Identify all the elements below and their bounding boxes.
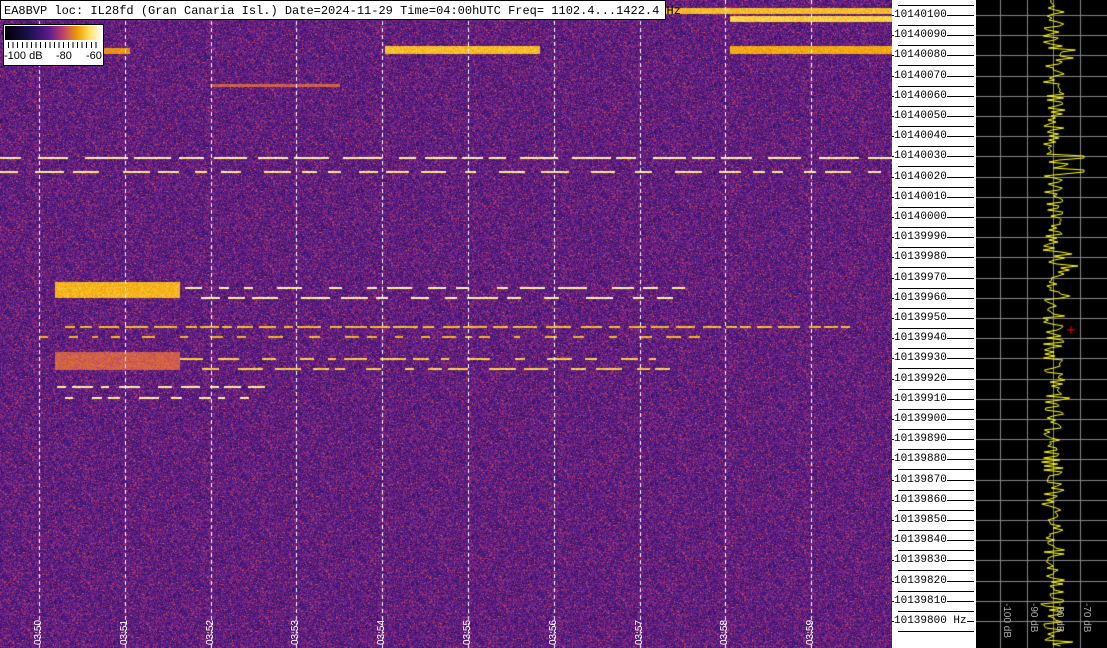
frequency-minor-tick <box>898 570 974 571</box>
frequency-tick-label: 10139950 <box>894 312 947 324</box>
frequency-tick-label: 10139920 <box>894 373 947 385</box>
time-tick-label: 03:56 <box>547 619 559 645</box>
frequency-minor-tick <box>898 469 974 470</box>
frequency-minor-tick <box>898 550 974 551</box>
colorbar-label-max: -60 <box>86 50 102 62</box>
time-tick-label: 03:54 <box>376 619 388 645</box>
frequency-minor-tick <box>898 267 974 268</box>
header-title: EA8BVP loc: IL28fd (Gran Canaria Isl.) D… <box>0 0 681 20</box>
frequency-minor-tick <box>898 328 974 329</box>
frequency-tick-label: 10140060 <box>894 90 947 102</box>
waterfall-spectrogram <box>0 0 892 648</box>
frequency-tick-label: 10140030 <box>894 150 947 162</box>
frequency-tick-label: 10139910 <box>894 393 947 405</box>
spectrum-panel <box>976 0 1107 648</box>
frequency-minor-tick <box>898 227 974 228</box>
frequency-minor-tick <box>898 308 974 309</box>
time-tick-label: 03:59 <box>805 619 817 645</box>
time-tick-label: 03:50 <box>33 619 44 645</box>
frequency-minor-tick <box>898 86 974 87</box>
frequency-minor-tick <box>898 409 974 410</box>
frequency-minor-tick <box>898 348 974 349</box>
frequency-minor-tick <box>898 187 974 188</box>
frequency-minor-tick <box>898 530 974 531</box>
frequency-tick-label: 10139990 <box>894 231 947 243</box>
frequency-tick-label: 10140050 <box>894 110 947 122</box>
frequency-minor-tick <box>898 25 974 26</box>
frequency-minor-tick <box>898 429 974 430</box>
frequency-tick-label: 10139840 <box>894 534 947 546</box>
frequency-tick-label: 10139850 <box>894 514 947 526</box>
frequency-tick-label: 10140100 <box>894 9 947 21</box>
frequency-tick-label: 10140080 <box>894 49 947 61</box>
frequency-tick-label: 10139940 <box>894 332 947 344</box>
frequency-tick-label: 10139860 <box>894 494 947 506</box>
frequency-minor-tick <box>898 126 974 127</box>
frequency-tick-label: 10139970 <box>894 272 947 284</box>
frequency-tick-label: 10139870 <box>894 474 947 486</box>
frequency-minor-tick <box>898 510 974 511</box>
frequency-minor-tick <box>898 631 974 632</box>
frequency-tick-label: 10140090 <box>894 29 947 41</box>
frequency-tick-label: 10140000 <box>894 211 947 223</box>
frequency-tick-label: 10139800 Hz <box>894 615 967 627</box>
time-tick-label: 03:52 <box>204 619 216 645</box>
frequency-minor-tick <box>898 45 974 46</box>
frequency-minor-tick <box>898 166 974 167</box>
frequency-tick-label: 10139930 <box>894 352 947 364</box>
frequency-minor-tick <box>898 449 974 450</box>
time-tick-label: 03:51 <box>118 619 130 645</box>
db-tick-label: -80 dB <box>1054 603 1065 633</box>
colorbar-label-mid: -80 <box>56 50 72 62</box>
frequency-tick-label: 10140020 <box>894 171 947 183</box>
frequency-tick-label: 10139890 <box>894 433 947 445</box>
frequency-minor-tick <box>898 368 974 369</box>
frequency-minor-tick <box>898 106 974 107</box>
frequency-tick-label: 10140040 <box>894 130 947 142</box>
frequency-minor-tick <box>898 389 974 390</box>
colorbar-gradient <box>5 26 102 40</box>
time-tick-label: 03:58 <box>719 619 731 645</box>
frequency-tick-label: 10140010 <box>894 191 947 203</box>
db-tick-label: -90 dB <box>1028 603 1039 633</box>
frequency-tick-label: 10140070 <box>894 70 947 82</box>
frequency-tick-label: 10139830 <box>894 554 947 566</box>
frequency-minor-tick <box>898 611 974 612</box>
db-tick-label: -70 dB <box>1081 603 1092 633</box>
frequency-minor-tick <box>898 207 974 208</box>
frequency-tick-label: 10139880 <box>894 453 947 465</box>
colorbar-ticks <box>8 42 99 48</box>
frequency-minor-tick <box>898 591 974 592</box>
frequency-minor-tick <box>898 65 974 66</box>
frequency-tick-label: 10139810 <box>894 595 947 607</box>
frequency-minor-tick <box>898 288 974 289</box>
frequency-tick-label: 10139980 <box>894 251 947 263</box>
frequency-minor-tick <box>898 146 974 147</box>
time-tick-label: 03:53 <box>290 619 302 645</box>
frequency-tick-label: 10139960 <box>894 292 947 304</box>
db-tick-label: -100 dB <box>1001 603 1012 639</box>
frequency-minor-tick <box>898 490 974 491</box>
frequency-minor-tick <box>898 247 974 248</box>
spectrogram-view: EA8BVP loc: IL28fd (Gran Canaria Isl.) D… <box>0 0 1107 648</box>
frequency-axis: 10140100 10140090 10140080 10140070 10140060… <box>892 0 976 648</box>
time-tick-label: 03:55 <box>462 619 473 645</box>
colorbar-legend: -100 dB -80 -60 <box>3 24 104 66</box>
frequency-tick-label: 10139900 <box>894 413 947 425</box>
time-tick-label: 03:57 <box>633 619 645 645</box>
frequency-tick-label: 10139820 <box>894 575 947 587</box>
colorbar-label-min: -100 dB <box>4 50 43 62</box>
